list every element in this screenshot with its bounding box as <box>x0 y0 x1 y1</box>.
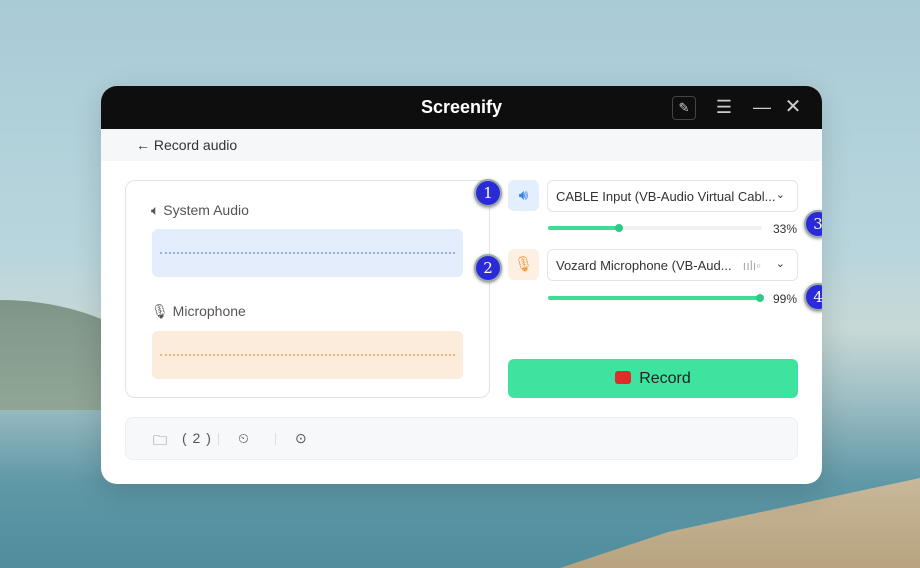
annotation-badge-1: 1 <box>474 179 502 207</box>
audio-preview-panel: 🔈︎ System Audio 🎙︎ Microphone <box>125 180 490 398</box>
divider <box>275 433 276 445</box>
app-window: Screenify ✎ ☰ — ✕ ← Record audio 🔈︎ Syst… <box>101 86 822 484</box>
files-count[interactable]: ( 2 ) <box>182 430 212 446</box>
annotation-badge-4: 4 <box>804 283 822 311</box>
system-audio-volume-value: 33% <box>773 222 798 236</box>
speaker-icon: 🔈︎ <box>151 202 164 218</box>
edit-icon[interactable]: ✎ <box>672 96 696 120</box>
audio-wave-icon: ıılı◦ <box>742 258 761 273</box>
microphone-volume-value: 99% <box>773 292 798 306</box>
microphone-toggle[interactable]: 🎙︎ <box>508 249 539 280</box>
annotation-badge-2: 2 <box>474 254 502 282</box>
title-bar: Screenify ✎ ☰ — ✕ <box>101 86 822 129</box>
system-audio-label: 🔈︎ System Audio <box>151 202 249 218</box>
back-button[interactable]: ← Record audio <box>101 129 822 161</box>
slider-handle[interactable] <box>755 294 764 302</box>
bottom-toolbar: 🗀 ( 2 ) ⏲ ⊙ <box>125 417 798 460</box>
close-icon[interactable]: ✕ <box>781 96 805 120</box>
background-grass <box>560 478 920 568</box>
system-audio-toggle[interactable]: 🔊︎ <box>508 180 539 211</box>
microphone-waveform <box>152 331 463 379</box>
system-audio-volume-slider[interactable] <box>548 224 762 232</box>
schedule-icon[interactable]: ⏲ <box>238 430 249 447</box>
menu-icon[interactable]: ☰ <box>712 96 736 120</box>
folder-icon[interactable]: 🗀 <box>153 430 167 454</box>
record-button[interactable]: Record <box>508 359 798 398</box>
chevron-down-icon: ⌄ <box>775 189 785 201</box>
minimize-icon[interactable]: — <box>750 96 774 120</box>
microphone-device-select[interactable]: Vozard Microphone (VB-Aud... ıılı◦ ⌄ <box>547 249 798 281</box>
annotation-badge-3: 3 <box>804 210 822 238</box>
record-icon <box>615 371 632 384</box>
microphone-icon: 🎙︎ <box>151 303 173 319</box>
microphone-label: 🎙︎ Microphone <box>151 303 246 319</box>
system-audio-device-select[interactable]: CABLE Input (VB-Audio Virtual Cabl... ⌄ <box>547 180 798 212</box>
screenshot-icon[interactable]: ⊙ <box>295 430 307 447</box>
chevron-down-icon: ⌄ <box>775 258 785 270</box>
system-audio-waveform <box>152 229 463 277</box>
microphone-volume-slider[interactable] <box>548 294 764 302</box>
slider-handle[interactable] <box>614 224 623 232</box>
divider <box>218 433 219 445</box>
